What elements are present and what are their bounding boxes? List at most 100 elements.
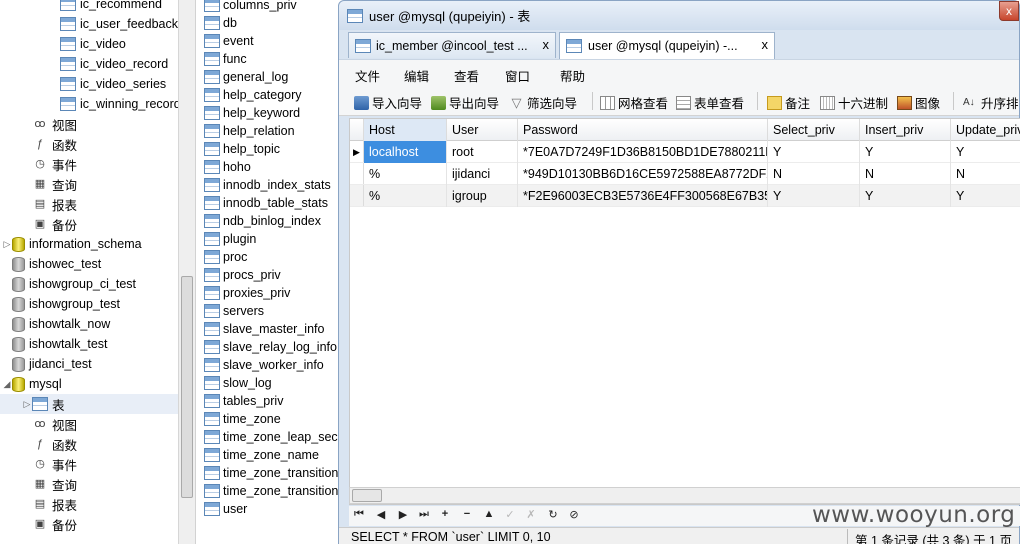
tab-close-icon[interactable]: x: [543, 37, 550, 52]
delete-record-icon[interactable]: −: [459, 508, 475, 520]
table-list-item[interactable]: time_zone_transition: [204, 482, 338, 500]
column-header-password[interactable]: Password: [518, 119, 768, 141]
table-list-item[interactable]: help_topic: [204, 140, 280, 158]
grid-view-button[interactable]: 网格查看: [600, 93, 668, 112]
image-button[interactable]: 图像: [897, 93, 940, 112]
form-view-button[interactable]: 表单查看: [676, 93, 744, 112]
cell-insert-priv[interactable]: Y: [860, 185, 951, 207]
tab-ic-member[interactable]: ic_member @incool_test ... x: [348, 32, 556, 58]
table-list-item[interactable]: slave_relay_log_info: [204, 338, 337, 356]
tree-item[interactable]: ic_recommend: [0, 0, 181, 14]
table-list-item[interactable]: time_zone_name: [204, 446, 319, 464]
discard-changes-icon[interactable]: ✗: [523, 508, 539, 521]
cell-insert-priv[interactable]: Y: [860, 141, 951, 163]
tree-item[interactable]: ▷ 表: [0, 394, 181, 414]
tree-item[interactable]: ƒ 函数: [0, 134, 181, 154]
row-selector[interactable]: [350, 185, 364, 206]
column-header-update-priv[interactable]: Update_priv: [951, 119, 1020, 141]
tree-item[interactable]: ▷ information_schema: [0, 234, 181, 254]
memo-button[interactable]: 备注: [767, 93, 810, 112]
table-list-item[interactable]: procs_priv: [204, 266, 281, 284]
column-header-host[interactable]: Host: [364, 119, 447, 141]
table-list-item[interactable]: servers: [204, 302, 264, 320]
sort-ascending-button[interactable]: A↓ 升序排: [963, 93, 1019, 112]
cell-password[interactable]: *7E0A7D7249F1D36B8150BD1DE7880211D: [518, 141, 768, 163]
tree-item[interactable]: ◷ 事件: [0, 454, 181, 474]
cell-update-priv[interactable]: Y: [951, 185, 1020, 207]
table-row[interactable]: % igroup *F2E96003ECB3E5736E4FF300568E67…: [350, 185, 1020, 207]
hex-button[interactable]: 十六进制: [820, 93, 888, 112]
tree-item[interactable]: ◢ mysql: [0, 374, 181, 394]
table-list-item[interactable]: innodb_table_stats: [204, 194, 328, 212]
table-list-item[interactable]: hoho: [204, 158, 251, 176]
next-record-icon[interactable]: ▶: [395, 508, 411, 521]
tree-item[interactable]: ▣ 备份: [0, 514, 181, 534]
tree-item[interactable]: ic_user_feedback: [0, 14, 181, 34]
first-record-icon[interactable]: ⏮: [351, 508, 367, 521]
tree-item[interactable]: ▤ 报表: [0, 494, 181, 514]
table-list-item[interactable]: event: [204, 32, 254, 50]
table-list-item[interactable]: time_zone: [204, 410, 281, 428]
cell-update-priv[interactable]: Y: [951, 141, 1020, 163]
tree-item[interactable]: ic_video_record: [0, 54, 181, 74]
tree-item[interactable]: ▦ 查询: [0, 174, 181, 194]
table-list-item[interactable]: time_zone_transition: [204, 464, 338, 482]
edit-record-icon[interactable]: ▲: [481, 508, 497, 520]
tree-item[interactable]: ic_winning_record: [0, 94, 181, 114]
expand-icon[interactable]: ◢: [2, 379, 12, 390]
table-list-item[interactable]: help_relation: [204, 122, 295, 140]
expand-icon[interactable]: ▷: [2, 239, 12, 250]
menu-window[interactable]: 窗口: [505, 66, 530, 85]
table-list-item[interactable]: func: [204, 50, 247, 68]
cell-password[interactable]: *949D10130BB6D16CE5972588EA8772DF2: [518, 163, 768, 185]
tab-close-icon[interactable]: x: [762, 37, 769, 52]
table-list-item[interactable]: help_keyword: [204, 104, 300, 122]
tree-item[interactable]: ꝏ 视图: [0, 414, 181, 434]
table-list-item[interactable]: slave_master_info: [204, 320, 324, 338]
cell-select-priv[interactable]: Y: [768, 185, 860, 207]
column-header-user[interactable]: User: [447, 119, 518, 141]
tab-user[interactable]: user @mysql (qupeiyin) -... x: [559, 32, 775, 59]
stop-icon[interactable]: ⊘: [566, 508, 582, 521]
tree-item[interactable]: ƒ 函数: [0, 434, 181, 454]
tree-item[interactable]: ꝏ 视图: [0, 114, 181, 134]
last-record-icon[interactable]: ⏭: [416, 508, 432, 521]
table-list-item[interactable]: columns_priv: [204, 0, 297, 14]
tree-scrollbar[interactable]: [178, 0, 195, 544]
tree-item[interactable]: ishowtalk_test: [0, 334, 181, 354]
cell-host[interactable]: %: [364, 185, 447, 207]
table-list-item[interactable]: proc: [204, 248, 247, 266]
tree-item[interactable]: ▣ 备份: [0, 214, 181, 234]
refresh-icon[interactable]: ↻: [545, 508, 561, 521]
table-row[interactable]: % ijidanci *949D10130BB6D16CE5972588EA87…: [350, 163, 1020, 185]
menu-view[interactable]: 查看: [454, 66, 479, 85]
apply-changes-icon[interactable]: ✓: [502, 508, 518, 521]
tree-item[interactable]: ▤ 报表: [0, 194, 181, 214]
table-list-item[interactable]: plugin: [204, 230, 256, 248]
cell-user[interactable]: ijidanci: [447, 163, 518, 185]
cell-select-priv[interactable]: N: [768, 163, 860, 185]
table-row[interactable]: ▶ localhost root *7E0A7D7249F1D36B8150BD…: [350, 141, 1020, 163]
cell-password[interactable]: *F2E96003ECB3E5736E4FF300568E67B35C: [518, 185, 768, 207]
cell-update-priv[interactable]: N: [951, 163, 1020, 185]
table-list-item[interactable]: general_log: [204, 68, 288, 86]
tree-item[interactable]: ishowgroup_test: [0, 294, 181, 314]
cell-host[interactable]: %: [364, 163, 447, 185]
table-list-item[interactable]: innodb_index_stats: [204, 176, 331, 194]
table-list-item[interactable]: tables_priv: [204, 392, 283, 410]
row-selector[interactable]: [350, 163, 364, 184]
expand-icon[interactable]: ▷: [22, 399, 32, 410]
column-header-select-priv[interactable]: Select_priv: [768, 119, 860, 141]
tree-item[interactable]: ◷ 事件: [0, 154, 181, 174]
export-wizard-button[interactable]: 导出向导: [431, 93, 499, 112]
cell-user[interactable]: root: [447, 141, 518, 163]
table-list-item[interactable]: proxies_priv: [204, 284, 290, 302]
cell-host[interactable]: localhost: [364, 141, 447, 163]
table-list-item[interactable]: help_category: [204, 86, 302, 104]
cell-select-priv[interactable]: Y: [768, 141, 860, 163]
prev-record-icon[interactable]: ◀: [373, 508, 389, 521]
add-record-icon[interactable]: +: [437, 508, 453, 520]
cell-user[interactable]: igroup: [447, 185, 518, 207]
table-list-item[interactable]: time_zone_leap_sec: [204, 428, 338, 446]
menu-file[interactable]: 文件: [355, 66, 380, 85]
